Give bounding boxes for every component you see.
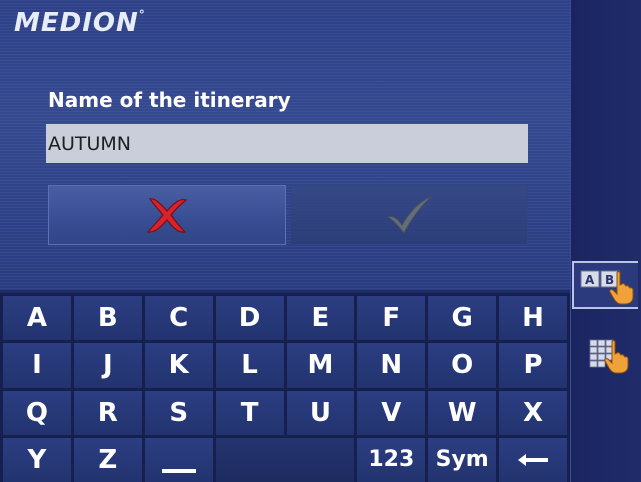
svg-text:A: A (585, 273, 595, 287)
mode-grid-button[interactable] (572, 330, 638, 378)
keyboard: A B C D E F G H I J K L M N O P Q R S T … (0, 293, 570, 482)
check-icon (386, 195, 433, 234)
key-l[interactable]: L (215, 343, 284, 388)
key-d[interactable]: D (215, 296, 284, 341)
space-bar-glyph (161, 468, 196, 473)
key-m[interactable]: M (286, 343, 355, 388)
key-v[interactable]: V (357, 390, 426, 435)
key-b[interactable]: B (73, 296, 142, 341)
key-h[interactable]: H (499, 296, 567, 341)
symbols-key[interactable]: Sym (428, 437, 497, 482)
blank-key (215, 437, 355, 482)
space-key[interactable] (144, 437, 213, 482)
key-n[interactable]: N (357, 343, 426, 388)
prompt-label: Name of the itinerary (48, 88, 291, 112)
svg-text:B: B (605, 273, 614, 287)
key-w[interactable]: W (428, 390, 497, 435)
key-k[interactable]: K (144, 343, 213, 388)
key-a[interactable]: A (3, 296, 71, 341)
key-c[interactable]: C (144, 296, 213, 341)
backspace-key[interactable] (499, 437, 567, 482)
brand-logo: MEDION° (14, 8, 146, 38)
key-e[interactable]: E (286, 296, 355, 341)
key-x[interactable]: X (499, 390, 567, 435)
key-q[interactable]: Q (3, 390, 71, 435)
key-g[interactable]: G (428, 296, 497, 341)
backspace-arrow-icon (518, 453, 549, 466)
screen: MEDION° Name of the itinerary A B C D E … (0, 0, 641, 482)
key-t[interactable]: T (215, 390, 284, 435)
key-s[interactable]: S (144, 390, 213, 435)
numbers-key[interactable]: 123 (357, 437, 426, 482)
key-p[interactable]: P (499, 343, 567, 388)
key-f[interactable]: F (357, 296, 426, 341)
ab-hand-icon: A B (580, 270, 634, 305)
key-y[interactable]: Y (3, 437, 71, 482)
sidebar (570, 0, 641, 482)
key-z[interactable]: Z (73, 437, 142, 482)
mode-abc-button[interactable]: A B (572, 261, 638, 309)
key-r[interactable]: R (73, 390, 142, 435)
main-panel: MEDION° Name of the itinerary (0, 0, 570, 290)
itinerary-name-input[interactable] (46, 124, 528, 163)
grid-hand-icon (589, 339, 629, 374)
key-j[interactable]: J (73, 343, 142, 388)
key-u[interactable]: U (286, 390, 355, 435)
key-o[interactable]: O (428, 343, 497, 388)
confirm-button[interactable] (290, 185, 528, 245)
key-i[interactable]: I (3, 343, 71, 388)
cancel-button[interactable] (48, 185, 286, 245)
x-icon (146, 198, 188, 233)
